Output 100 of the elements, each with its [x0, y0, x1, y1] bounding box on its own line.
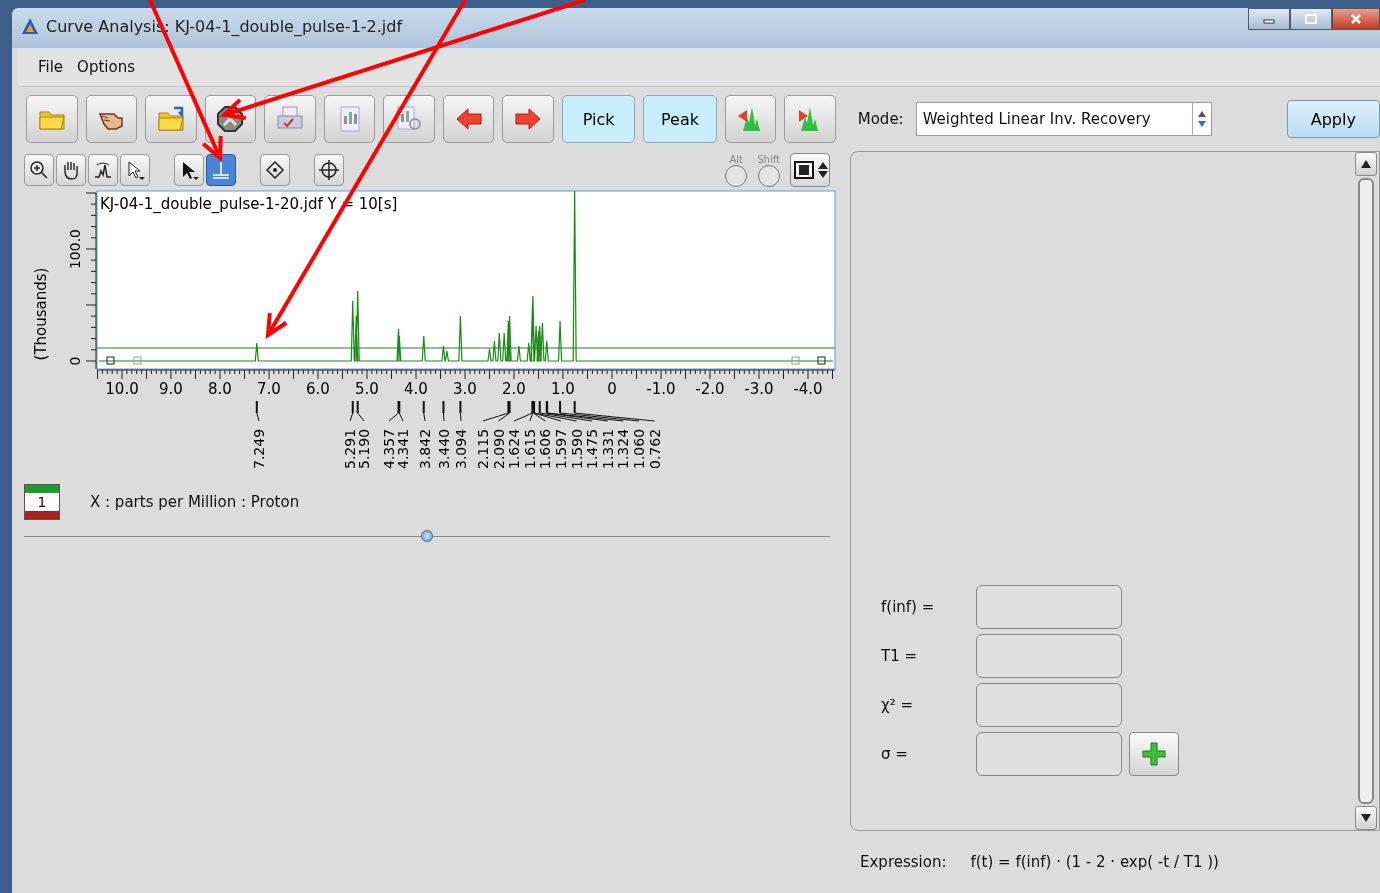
- peak-marker: [255, 400, 260, 422]
- x-tick-label: 5.0: [355, 380, 379, 398]
- x-tick-label: 6.0: [306, 380, 330, 398]
- field-label: T1 =: [881, 647, 919, 665]
- tool-button[interactable]: [314, 154, 344, 186]
- input-field[interactable]: [976, 732, 1122, 776]
- peak-label: 0.762: [646, 428, 663, 469]
- expression-formula: f(t) = f(inf) · (1 - 2 · exp( -t / T1 )): [970, 853, 1219, 871]
- apply-button[interactable]: Apply: [1286, 100, 1380, 138]
- x-tick-label: 7.0: [257, 380, 281, 398]
- tool-button[interactable]: [24, 154, 54, 186]
- x-tick-label: -1.0: [646, 380, 676, 398]
- x-tick-label: 3.0: [453, 380, 477, 398]
- menu-item[interactable]: File: [36, 56, 66, 78]
- legend-swatch[interactable]: 1: [24, 484, 60, 520]
- folder-arrow-icon: [155, 104, 186, 134]
- app-logo-icon: [20, 16, 40, 36]
- peak-label: 1.324: [615, 428, 632, 469]
- key-spinner[interactable]: [790, 153, 830, 187]
- toolbar-button[interactable]: [502, 95, 554, 143]
- input-field[interactable]: [976, 585, 1122, 629]
- field-label: χ² =: [881, 696, 914, 714]
- peak-marker: [459, 400, 462, 422]
- peak-label: 1.331: [599, 428, 616, 469]
- peak-label: 2.090: [490, 428, 507, 469]
- peak-marker: [422, 400, 426, 422]
- baseline-marker: [106, 356, 115, 365]
- axis-description: X : parts per Million : Proton: [90, 493, 300, 511]
- toolbar-button[interactable]: [442, 95, 495, 143]
- peak-label: 1.624: [506, 428, 523, 469]
- tool-button[interactable]: [174, 154, 204, 186]
- baseline-marker: [817, 356, 826, 365]
- diamond-icon: [264, 159, 286, 181]
- baseline-icon: [210, 159, 232, 181]
- toolbar-toggle-button[interactable]: Peak: [643, 95, 717, 143]
- field-label: f(inf) =: [881, 598, 936, 616]
- tool-button[interactable]: [56, 154, 86, 186]
- baseline-marker: [791, 356, 800, 365]
- peak-label: 5.190: [356, 428, 372, 469]
- crosshair-icon: [318, 159, 340, 181]
- x-tick-label: -4.0: [793, 380, 823, 398]
- x-tick-label: -2.0: [695, 380, 725, 398]
- close-icon: [1350, 13, 1362, 25]
- y-tick-label: 100.0: [67, 228, 83, 270]
- modifier-label: Shift: [757, 154, 780, 165]
- tool-button[interactable]: [260, 154, 290, 186]
- close-button[interactable]: [1332, 8, 1380, 30]
- peak-label: 1.615: [521, 428, 538, 469]
- peak-label: 1.060: [631, 428, 647, 469]
- x-tick-label: 8.0: [208, 380, 232, 398]
- x-tick-label: 4.0: [404, 380, 428, 398]
- slider-thumb[interactable]: [421, 530, 433, 542]
- scrollbar-thumb[interactable]: [1358, 178, 1374, 804]
- x-tick-label: -3.0: [744, 380, 774, 398]
- y-axis-label: (Thousands): [32, 267, 50, 361]
- peak-label: 3.440: [436, 428, 452, 469]
- tool-button[interactable]: [120, 154, 150, 186]
- input-field[interactable]: [976, 683, 1122, 727]
- tool-button[interactable]: [88, 154, 118, 186]
- scroll-down-button[interactable]: [1355, 806, 1377, 830]
- menu-item[interactable]: Options: [75, 56, 137, 78]
- input-field[interactable]: [976, 634, 1122, 678]
- plus-icon: [1141, 741, 1167, 767]
- peak-label: 5.291: [342, 428, 358, 469]
- peak-label: 1.475: [584, 428, 601, 469]
- baseline-marker: [133, 356, 142, 365]
- maximize-button[interactable]: [1290, 8, 1332, 30]
- mode-dropdown[interactable]: Weighted Linear Inv. Recovery: [915, 102, 1212, 136]
- peak-label: 3.094: [453, 428, 469, 469]
- x-tick-label: 0: [607, 380, 617, 398]
- key-icon: [791, 159, 817, 181]
- spinner-icon: [1197, 110, 1206, 128]
- peak-label: 4.341: [395, 428, 411, 469]
- peak-label: 1.606: [537, 428, 554, 469]
- add-button[interactable]: [1129, 732, 1179, 776]
- toolbar-toggle-button[interactable]: Pick: [561, 95, 636, 143]
- peak-marker: [349, 400, 354, 422]
- peak-label: 2.115: [475, 428, 491, 469]
- up-icon: [1360, 159, 1372, 169]
- peak-marker: [356, 400, 365, 422]
- peak-icon: [92, 159, 114, 181]
- zoom-icon: [28, 159, 50, 181]
- x-tick-label: 10.0: [105, 380, 139, 398]
- maximize-icon: [1305, 14, 1317, 24]
- peak-label: 3.842: [417, 428, 433, 469]
- scroll-up-button[interactable]: [1355, 152, 1377, 176]
- minimize-button[interactable]: [1248, 8, 1290, 30]
- peak-label: 1.597: [553, 428, 569, 469]
- modifier-label: Alt: [729, 154, 744, 165]
- x-tick-label: 9.0: [159, 380, 183, 398]
- peak-marker: [442, 400, 445, 422]
- expression-label: Expression:: [860, 853, 947, 871]
- down-icon: [1360, 813, 1372, 823]
- y-tick-label: 0: [67, 356, 83, 366]
- x-tick-label: 2.0: [502, 380, 526, 398]
- peak-label: 7.249: [251, 428, 267, 469]
- x-tick-label: 1.0: [551, 380, 575, 398]
- spinner-icon: [817, 160, 829, 180]
- peak-label: 4.357: [381, 428, 397, 469]
- toolbar-button[interactable]: [85, 95, 138, 143]
